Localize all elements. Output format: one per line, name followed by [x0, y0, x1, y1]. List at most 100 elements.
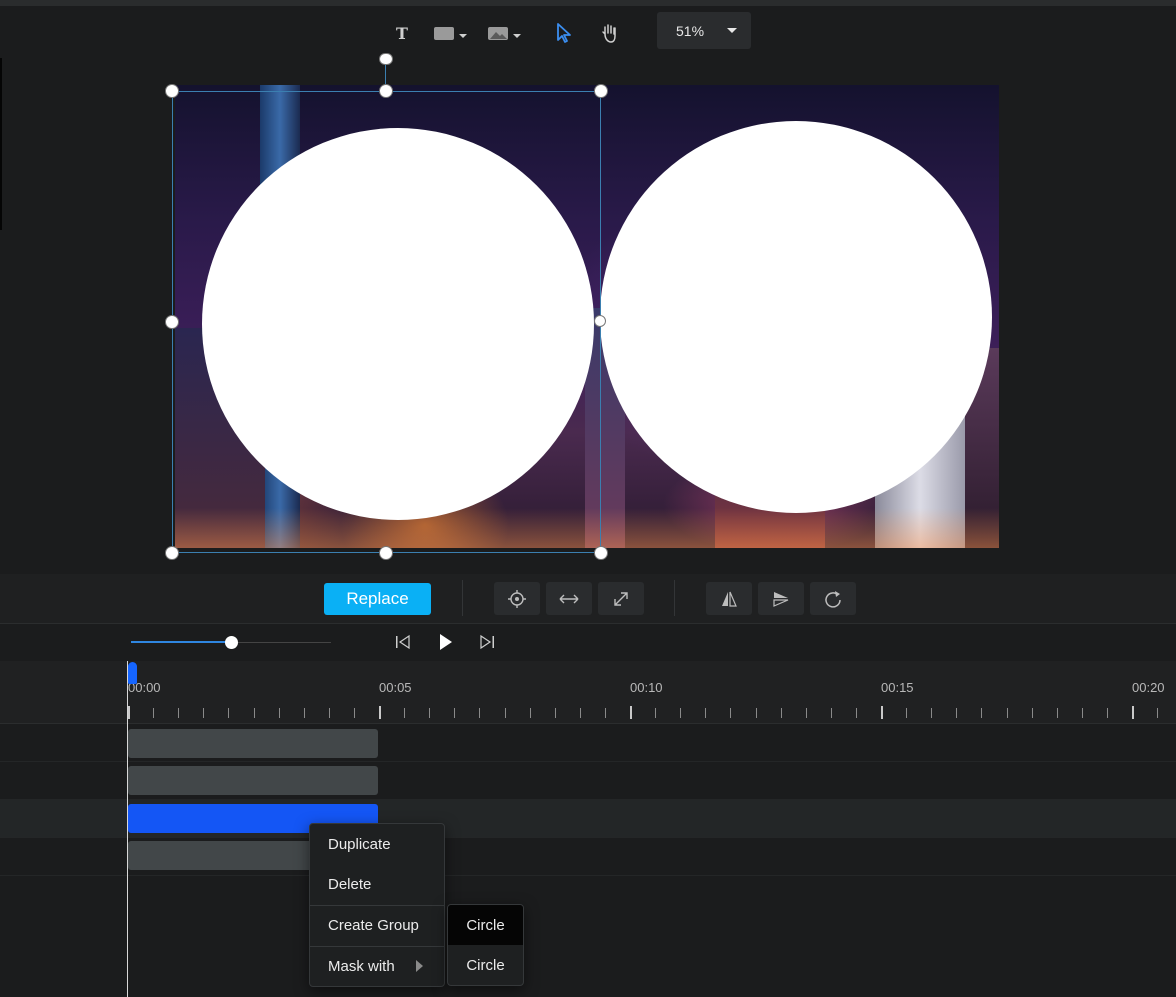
fill-button[interactable] [598, 582, 644, 615]
text-tool-button[interactable]: T [392, 20, 412, 46]
ruler-tick [404, 708, 405, 718]
skip-forward-button[interactable] [476, 632, 498, 652]
ruler-tick [1157, 708, 1158, 718]
time-label: 00:10 [630, 680, 663, 695]
resize-handle-top-left[interactable] [165, 84, 179, 98]
focus-button[interactable] [494, 582, 540, 615]
ruler-tick [429, 708, 430, 718]
submenu-item-label: Circle [466, 956, 505, 974]
skip-back-button[interactable] [392, 632, 414, 652]
ruler-tick [1107, 708, 1108, 718]
timeline-panel: 00:00 00:05 00:10 00:15 00:20 [0, 661, 1176, 997]
flip-vertical-button[interactable] [758, 582, 804, 615]
chevron-down-icon [727, 28, 737, 33]
ruler-tick [1057, 708, 1058, 718]
ruler-tick [128, 706, 130, 719]
pan-tool-button[interactable] [598, 20, 620, 46]
play-button[interactable] [434, 632, 456, 652]
submenu-item-circle[interactable]: Circle [448, 945, 523, 985]
ruler-tick [354, 708, 355, 718]
chevron-right-icon [416, 960, 423, 972]
ruler-tick [1007, 708, 1008, 718]
horizontal-resize-icon [559, 594, 579, 603]
replace-button[interactable]: Replace [324, 583, 431, 615]
ruler-tick [931, 708, 932, 718]
menu-item-delete[interactable]: Delete [310, 864, 444, 904]
ruler-tick [705, 708, 706, 718]
submenu-item-label: Circle [466, 916, 505, 934]
shape-tool-button[interactable] [432, 20, 470, 46]
select-tool-button[interactable] [553, 20, 575, 46]
menu-item-create-group[interactable]: Create Group [310, 905, 444, 945]
time-label: 00:05 [379, 680, 412, 695]
canvas-stage: T 51% [0, 0, 1176, 574]
time-label: 00:15 [881, 680, 914, 695]
submenu-item-circle[interactable]: Circle [448, 905, 523, 945]
ruler-tick [881, 706, 883, 719]
time-ruler[interactable]: 00:00 00:05 00:10 00:15 00:20 [0, 661, 1176, 724]
resize-handle-left[interactable] [165, 315, 179, 329]
time-label: 00:20 [1132, 680, 1165, 695]
volume-slider-handle[interactable] [225, 636, 238, 649]
menu-item-label: Duplicate [328, 835, 391, 853]
circle-shape-right[interactable] [600, 121, 992, 513]
menu-item-label: Create Group [328, 916, 419, 934]
track-row [0, 838, 1176, 876]
ruler-tick [605, 708, 606, 718]
timeline-clip[interactable] [128, 766, 378, 795]
resize-handle-bottom-left[interactable] [165, 546, 179, 560]
playhead-handle[interactable] [128, 662, 137, 684]
circle-shape-left[interactable] [202, 128, 594, 520]
timeline-clip[interactable] [128, 729, 378, 758]
ruler-tick [279, 708, 280, 718]
ruler-tick [580, 708, 581, 718]
ruler-tick [153, 708, 154, 718]
menu-item-duplicate[interactable]: Duplicate [310, 824, 444, 864]
fit-width-button[interactable] [546, 582, 592, 615]
menu-item-mask-with[interactable]: Mask with [310, 946, 444, 986]
rotate-button[interactable] [810, 582, 856, 615]
zoom-dropdown[interactable]: 51% [657, 12, 751, 49]
ruler-tick [530, 708, 531, 718]
pointer-arrow-icon [557, 23, 571, 43]
skip-back-icon [396, 634, 410, 650]
ruler-tick [630, 706, 632, 719]
resize-handle-bottom[interactable] [379, 546, 393, 560]
ruler-tick [505, 708, 506, 718]
resize-handle-top-right[interactable] [594, 84, 608, 98]
menu-item-label: Mask with [328, 957, 395, 975]
context-menu: Duplicate Delete Create Group Mask with [309, 823, 445, 987]
play-icon [440, 634, 452, 650]
mask-submenu: Circle Circle [447, 904, 524, 986]
ruler-tick [730, 708, 731, 718]
zoom-value: 51% [676, 22, 705, 39]
resize-handle-right[interactable] [594, 315, 606, 327]
flip-horizontal-icon [722, 591, 737, 607]
ruler-tick [956, 708, 957, 718]
ruler-tick [856, 708, 857, 718]
ruler-tick [304, 708, 305, 718]
ruler-tick [680, 708, 681, 718]
resize-handle-top[interactable] [379, 84, 393, 98]
track-row [0, 762, 1176, 800]
text-T-icon: T [396, 23, 408, 43]
ruler-tick [178, 708, 179, 718]
ruler-tick [981, 708, 982, 718]
ruler-tick [228, 708, 229, 718]
resize-handle-bottom-right[interactable] [594, 546, 608, 560]
top-bar-strip [0, 0, 1176, 6]
ruler-tick [479, 708, 480, 718]
flip-horizontal-button[interactable] [706, 582, 752, 615]
hand-icon [602, 24, 616, 43]
ruler-tick [254, 708, 255, 718]
track-row [0, 724, 1176, 762]
rotate-handle[interactable] [379, 53, 393, 65]
ruler-tick [906, 708, 907, 718]
playback-controls [0, 624, 1176, 661]
video-editor: T 51% Replace 00:00 00:05 00:10 00:15 00… [0, 0, 1176, 997]
track-row-selected [0, 800, 1176, 838]
image-icon [488, 27, 521, 40]
image-tool-button[interactable] [486, 20, 524, 46]
ruler-tick [379, 706, 381, 719]
flip-vertical-icon [773, 591, 789, 607]
